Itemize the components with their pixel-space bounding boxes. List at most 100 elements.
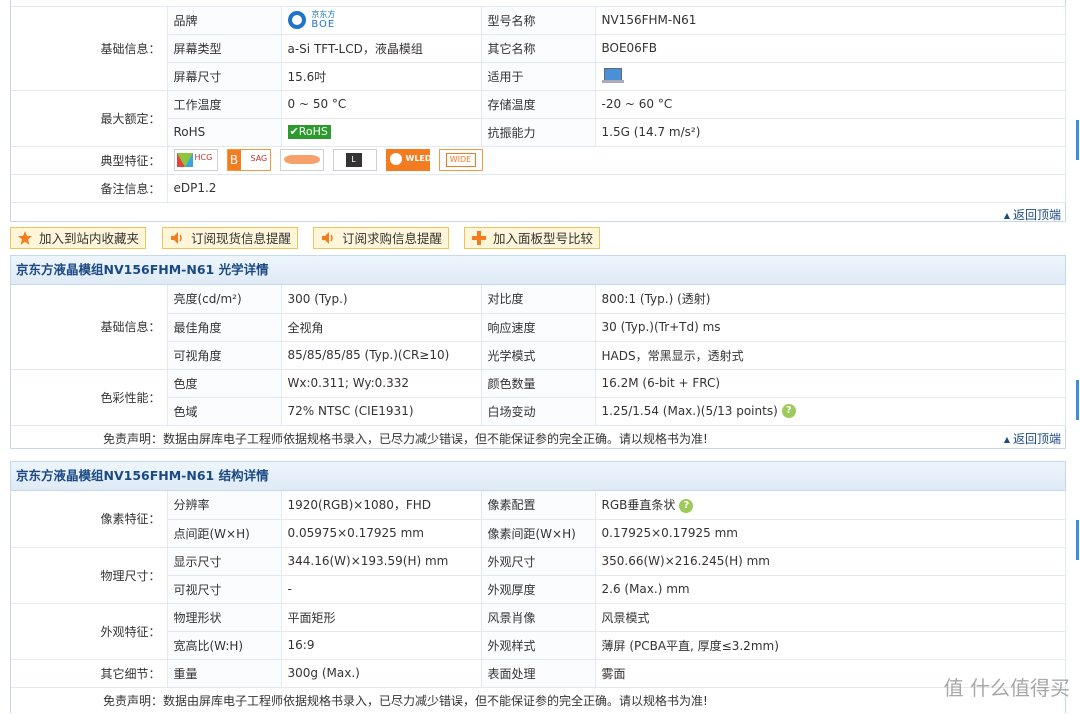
wide-feature-icon[interactable]: WIDE — [438, 149, 483, 171]
spec-label: 宽高比(W:H) — [167, 631, 282, 660]
spec-label: 光学模式 — [481, 341, 596, 370]
subscribe-purchase-button[interactable]: 订阅求购信息提醒 — [313, 227, 449, 249]
spec-value: 1920(RGB)×1080，FHD — [281, 491, 482, 520]
basic-info-table: 基础信息： 品牌 京东方 BOE 型号名称 NV156FHM-N61 屏幕类型 … — [11, 0, 1066, 203]
model-label: 型号名称 — [481, 6, 596, 35]
group-pixel: 像素特征： — [11, 491, 168, 548]
rohs-badge: ✔RoHS — [287, 125, 331, 140]
spec-label: 颜色数量 — [481, 369, 596, 398]
spec-value: 800:1 (Typ.) (透射) — [595, 285, 1066, 314]
brand-logo: 京东方 BOE — [281, 6, 482, 35]
add-favorite-button[interactable]: 加入到站内收藏夹 — [10, 227, 146, 249]
back-to-top-link[interactable]: ▲ 返回顶端 — [1004, 206, 1061, 223]
vibration-label: 抗振能力 — [481, 118, 596, 147]
spec-value: - — [281, 575, 482, 604]
spec-label: 外观样式 — [481, 631, 596, 660]
rohs-label: RoHS — [167, 118, 282, 147]
group-note: 备注信息： — [11, 174, 168, 203]
group-rating: 最大额定： — [11, 90, 168, 147]
spec-label: 像素间距(W×H) — [481, 519, 596, 548]
spec-label: 点间距(W×H) — [167, 519, 282, 548]
optical-title: 京东方液晶模组NV156FHM-N61 光学详情 — [11, 256, 1065, 285]
spec-value: Wx:0.311; Wy:0.332 — [281, 369, 482, 398]
boe-logo-icon — [287, 11, 306, 29]
other-name-value: BOE06FB — [595, 34, 1066, 63]
group-optical-basic: 基础信息： — [11, 285, 168, 370]
spec-value: 30 (Typ.)(Tr+Td) ms — [595, 313, 1066, 342]
lamp-feature-icon[interactable]: L — [332, 149, 377, 171]
wide-view-feature-icon[interactable] — [279, 149, 324, 171]
help-icon[interactable]: ? — [781, 404, 796, 419]
brand-label: 品牌 — [167, 6, 282, 35]
spec-label: 响应速度 — [481, 313, 596, 342]
op-temp-label: 工作温度 — [167, 90, 282, 119]
subscribe-stock-button[interactable]: 订阅现货信息提醒 — [162, 227, 298, 249]
spec-label: 对比度 — [481, 285, 596, 314]
scroll-indicator[interactable] — [1076, 0, 1080, 713]
note-value: eDP1.2 — [167, 174, 1066, 203]
watermark: 值 什么值得买 — [943, 676, 1070, 700]
plus-icon — [472, 231, 486, 245]
spec-value: 72% NTSC (CIE1931) — [281, 397, 482, 426]
spec-label: 最佳角度 — [167, 313, 282, 342]
spec-value: 350.66(W)×216.245(H) mm — [595, 547, 1066, 576]
speaker-icon — [322, 232, 333, 244]
group-basic: 基础信息： — [11, 6, 168, 91]
spec-label: 重量 — [167, 659, 282, 688]
spec-value: 风景模式 — [595, 603, 1066, 632]
sag-feature-icon[interactable]: B SAG — [226, 149, 271, 171]
spec-value: 16.2M (6-bit + FRC) — [595, 369, 1066, 398]
brand-logo-en: BOE — [311, 19, 336, 30]
spec-value: 16:9 — [281, 631, 482, 660]
group-other: 其它细节： — [11, 659, 168, 688]
group-feature: 典型特征： — [11, 146, 168, 175]
screen-type-value: a-Si TFT-LCD，液晶模组 — [281, 34, 482, 63]
help-icon[interactable]: ? — [679, 498, 694, 513]
check-icon: ✔ — [289, 125, 299, 139]
group-color: 色彩性能： — [11, 369, 168, 426]
screen-type-label: 屏幕类型 — [167, 34, 282, 63]
structure-title: 京东方液晶模组NV156FHM-N61 结构详情 — [11, 462, 1065, 491]
spec-label: 白场变动 — [481, 397, 596, 426]
spec-label: 可视尺寸 — [167, 575, 282, 604]
compare-model-button[interactable]: 加入面板型号比较 — [464, 227, 600, 249]
spec-value: 2.6 (Max.) mm — [595, 575, 1066, 604]
spec-label: 表面处理 — [481, 659, 596, 688]
other-name-label: 其它名称 — [481, 34, 596, 63]
group-physical: 物理尺寸： — [11, 547, 168, 604]
store-temp-label: 存储温度 — [481, 90, 596, 119]
spec-value: 300 (Typ.) — [281, 285, 482, 314]
hcg-feature-icon[interactable]: HCG — [173, 149, 218, 171]
spec-label: 像素配置 — [481, 491, 596, 520]
spec-label: 显示尺寸 — [167, 547, 282, 576]
spec-label: 亮度(cd/m²) — [167, 285, 282, 314]
optical-table: 基础信息： 亮度(cd/m²) 300 (Typ.) 对比度 800:1 (Ty… — [11, 285, 1066, 426]
disclaimer-text: 免责声明：数据由屏库电子工程师依据规格书录入，已尽力减少错误，但不能保证参的完全… — [103, 693, 708, 708]
model-value: NV156FHM-N61 — [595, 6, 1066, 35]
spec-value: 344.16(W)×193.59(H) mm — [281, 547, 482, 576]
spec-label: 色度 — [167, 369, 282, 398]
laptop-icon[interactable] — [601, 68, 624, 84]
spec-label: 色域 — [167, 397, 282, 426]
spec-value: 平面矩形 — [281, 603, 482, 632]
spec-label: 物理形状 — [167, 603, 282, 632]
structure-table: 像素特征： 分辨率 1920(RGB)×1080，FHD 像素配置 RGB垂直条… — [11, 491, 1066, 688]
optical-panel: 京东方液晶模组NV156FHM-N61 光学详情 基础信息： 亮度(cd/m²)… — [10, 255, 1066, 449]
spec-value: RGB垂直条状 — [601, 498, 676, 513]
spec-label: 外观尺寸 — [481, 547, 596, 576]
spec-value: 300g (Max.) — [281, 659, 482, 688]
vibration-value: 1.5G (14.7 m/s²) — [595, 118, 1066, 147]
wled-feature-icon[interactable]: WLED — [385, 149, 432, 171]
spec-value: 85/85/85/85 (Typ.)(CR≥10) — [281, 341, 482, 370]
speaker-icon — [171, 232, 182, 244]
group-look: 外观特征： — [11, 603, 168, 660]
disclaimer-text: 免责声明：数据由屏库电子工程师依据规格书录入，已尽力减少错误，但不能保证参的完全… — [103, 431, 708, 446]
basic-info-panel: 基础信息： 品牌 京东方 BOE 型号名称 NV156FHM-N61 屏幕类型 … — [10, 0, 1066, 222]
spec-label: 可视角度 — [167, 341, 282, 370]
spec-value: 0.17925×0.17925 mm — [595, 519, 1066, 548]
back-to-top-link[interactable]: ▲ 返回顶端 — [1004, 426, 1061, 454]
spec-label: 外观厚度 — [481, 575, 596, 604]
apply-label: 适用于 — [481, 62, 596, 91]
store-temp-value: -20 ~ 60 °C — [595, 90, 1066, 119]
op-temp-value: 0 ~ 50 °C — [281, 90, 482, 119]
